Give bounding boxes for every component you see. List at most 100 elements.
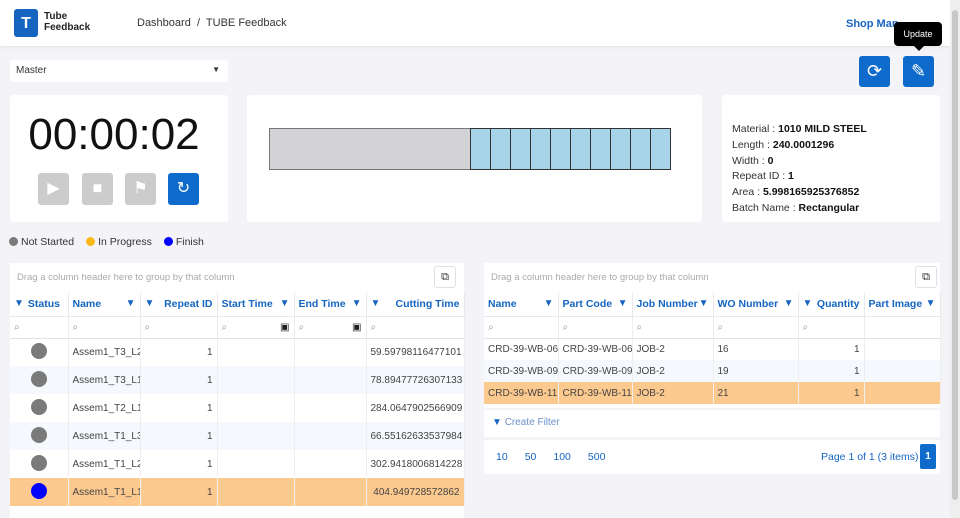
name-cell: Assem1_T3_L1 xyxy=(68,366,141,394)
sync-icon: ⟳ xyxy=(866,61,883,81)
info-value: 1 xyxy=(788,170,794,183)
filter-icon[interactable]: ▼ xyxy=(352,298,362,309)
repeat-id-cell: 1 xyxy=(140,422,218,450)
search-icon: ⌕ xyxy=(636,321,643,333)
filter-cell[interactable]: ⌕ xyxy=(632,316,714,339)
start-time-cell xyxy=(217,450,295,478)
calendar-icon[interactable]: ▣ xyxy=(280,322,289,333)
part-image-cell xyxy=(864,382,941,404)
refresh-button[interactable]: ⟳ xyxy=(859,56,890,87)
page-size-option[interactable]: 500 xyxy=(588,451,606,463)
part-info: Material : 1010 MILD STEEL Length : 240.0… xyxy=(732,122,867,217)
filter-cell[interactable]: ⌕ xyxy=(68,316,141,339)
scrollbar[interactable] xyxy=(950,0,960,518)
filter-icon[interactable]: ▼ xyxy=(14,298,24,309)
play-button[interactable]: ▶ xyxy=(38,173,69,205)
search-icon: ⌕ xyxy=(717,321,724,333)
master-select[interactable]: Master ▼ xyxy=(10,60,228,82)
column-header[interactable]: ▼ Repeat ID xyxy=(140,293,218,317)
filter-icon[interactable]: ▼ xyxy=(544,298,554,309)
filter-icon[interactable]: ▼ xyxy=(618,298,628,309)
column-chooser-button[interactable]: ⧉ xyxy=(915,266,937,288)
filter-cell[interactable]: ⌕ xyxy=(484,316,559,339)
filter-icon[interactable]: ▼ xyxy=(699,298,709,309)
create-filter-button[interactable]: ▼ Create Filter xyxy=(484,410,940,437)
start-time-cell xyxy=(217,338,295,366)
table-row[interactable]: Assem1_T2_L1 1 284.0647902566909 xyxy=(10,394,465,422)
column-chooser-button[interactable]: ⧉ xyxy=(434,266,456,288)
finish-button[interactable]: ⚑ xyxy=(125,173,156,205)
part-code-cell: CRD-39-WB-09 xyxy=(558,360,633,382)
column-header[interactable]: ▼ Name xyxy=(484,293,559,317)
table-row[interactable]: CRD-39-WB-11 CRD-39-WB-11 JOB-2 21 1 xyxy=(484,382,941,404)
stop-icon: ■ xyxy=(92,180,103,197)
filter-icon[interactable]: ▼ xyxy=(126,298,136,309)
column-header[interactable]: ▼ Name xyxy=(68,293,141,317)
user-menu[interactable]: Shop Man xyxy=(846,18,899,30)
repeat-id-cell: 1 xyxy=(140,478,218,506)
table-row[interactable]: Assem1_T1_L1 1 404.949728572862 xyxy=(10,478,465,506)
status-dot-icon xyxy=(163,237,173,246)
filter-cell[interactable]: ⌕ xyxy=(558,316,633,339)
column-title: Part Image xyxy=(868,298,923,311)
page-info: Page 1 of 1 (3 items) xyxy=(821,451,919,463)
filter-cell[interactable]: ⌕ xyxy=(10,316,69,339)
filter-icon[interactable]: ▼ xyxy=(926,298,936,309)
column-header[interactable]: ▼ Cutting Time xyxy=(366,293,465,317)
wo-number-cell: 16 xyxy=(713,338,799,360)
table-row[interactable]: Assem1_T3_L2 1 59.59798116477101 xyxy=(10,338,465,366)
page-size-option[interactable]: 100 xyxy=(553,451,571,463)
info-value: 1010 MILD STEEL xyxy=(778,123,867,135)
reset-button[interactable]: ↻ xyxy=(168,173,199,205)
table-row[interactable]: CRD-39-WB-09 CRD-39-WB-09 JOB-2 19 1 xyxy=(484,360,941,382)
filter-icon[interactable]: ▼ xyxy=(784,298,794,309)
column-header[interactable]: ▼ End Time xyxy=(294,293,367,317)
column-header[interactable]: ▼ Start Time xyxy=(217,293,295,317)
logo-line-1: Tube xyxy=(44,11,68,22)
stop-button[interactable]: ■ xyxy=(82,173,113,205)
end-time-cell xyxy=(294,338,367,366)
table-row[interactable]: CRD-39-WB-06 CRD-39-WB-06 JOB-2 16 1 xyxy=(484,338,941,360)
filter-cell[interactable] xyxy=(864,316,941,339)
filter-icon[interactable]: ▼ xyxy=(145,298,155,309)
filter-icon[interactable]: ▼ xyxy=(803,298,813,309)
page-size-option[interactable]: 10 xyxy=(496,451,508,463)
table-row[interactable]: Assem1_T1_L3 1 66.55162633537984 xyxy=(10,422,465,450)
column-header[interactable]: ▼ Part Code xyxy=(558,293,633,317)
app-logo[interactable]: T xyxy=(14,9,38,37)
cutting-time-cell: 78.89477726307133 xyxy=(366,366,465,394)
page-1-button[interactable]: 1 xyxy=(920,444,936,469)
column-header[interactable]: ▼ WO Number xyxy=(713,293,799,317)
update-button[interactable]: ✎ xyxy=(903,56,934,87)
job-number-cell: JOB-2 xyxy=(632,382,714,404)
column-title: WO Number xyxy=(717,298,779,311)
info-label: Material : xyxy=(732,123,779,135)
filter-cell[interactable]: ⌕ ▣ xyxy=(217,316,295,339)
filter-cell[interactable]: ⌕ xyxy=(713,316,799,339)
logo-line-2: Feedback xyxy=(44,22,91,33)
filter-cell[interactable]: ⌕ xyxy=(366,316,465,339)
column-header[interactable]: ▼ Job Number xyxy=(632,293,714,317)
edit-icon: ✎ xyxy=(910,61,927,81)
filter-icon[interactable]: ▼ xyxy=(280,298,290,309)
legend-item: Finish xyxy=(163,236,204,248)
filter-cell[interactable]: ⌕ xyxy=(140,316,218,339)
filter-icon[interactable]: ▼ xyxy=(371,298,381,309)
info-row: Repeat ID : 1 xyxy=(732,169,867,185)
filter-cell[interactable]: ⌕ ▣ xyxy=(294,316,367,339)
flag-icon: ⚑ xyxy=(133,180,148,197)
name-cell: Assem1_T1_L1 xyxy=(68,478,141,506)
column-header[interactable]: ▼ Quantity xyxy=(798,293,865,317)
status-cell xyxy=(10,450,69,478)
table-row[interactable]: Assem1_T1_L2 1 302.9418006814228 xyxy=(10,450,465,478)
page-size-option[interactable]: 50 xyxy=(525,451,537,463)
legend-item: Not Started xyxy=(9,236,74,248)
end-time-cell xyxy=(294,422,367,450)
table-row[interactable]: Assem1_T3_L1 1 78.89477726307133 xyxy=(10,366,465,394)
calendar-icon[interactable]: ▣ xyxy=(352,322,361,333)
breadcrumb-dashboard[interactable]: Dashboard xyxy=(137,17,191,29)
search-icon: ⌕ xyxy=(488,321,494,333)
column-header[interactable]: ▼ Part Image xyxy=(864,293,941,317)
filter-cell[interactable]: ⌕ xyxy=(798,316,865,339)
column-header[interactable]: ▼ Status xyxy=(10,293,69,317)
